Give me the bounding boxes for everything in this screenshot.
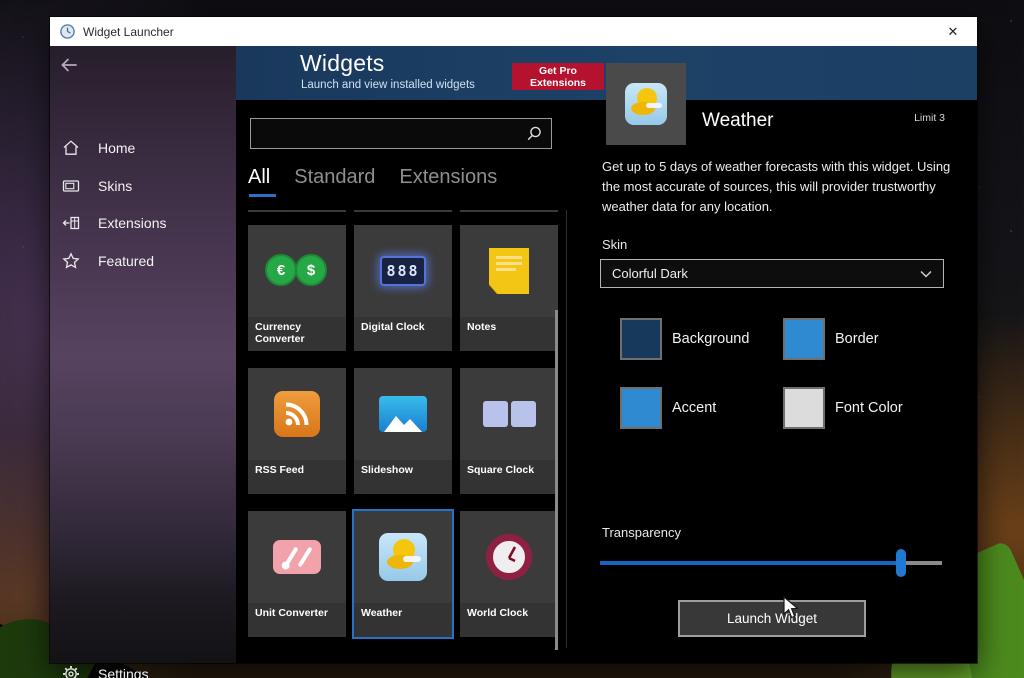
digital-clock-icon: 888	[380, 256, 426, 286]
widget-card-label: Unit Converter	[248, 603, 346, 637]
transparency-slider-fill	[600, 561, 901, 565]
detail-title: Weather	[702, 110, 773, 132]
gear-icon	[62, 665, 80, 678]
font-color-swatch[interactable]	[783, 387, 825, 429]
grid-scrollbar[interactable]	[555, 310, 558, 650]
search-input[interactable]	[251, 119, 525, 148]
sidebar-item-extensions[interactable]: Extensions	[50, 206, 236, 240]
title-bar[interactable]: Widget Launcher ✕	[50, 17, 977, 46]
widget-card-notes[interactable]: Notes	[460, 225, 558, 351]
back-button[interactable]	[58, 54, 80, 76]
limit-badge: Limit 3	[840, 112, 945, 124]
sidebar-item-skins[interactable]: Skins	[50, 169, 236, 203]
panel-divider	[566, 210, 567, 648]
sidebar-item-settings[interactable]: Settings	[50, 657, 236, 678]
window-title: Widget Launcher	[83, 25, 174, 39]
scrolled-card-edge	[354, 210, 452, 212]
square-clock-icon	[483, 401, 536, 427]
weather-icon	[625, 83, 667, 125]
sidebar-item-label: Skins	[98, 178, 132, 194]
widget-card-label: Notes	[460, 317, 558, 351]
transparency-label: Transparency	[602, 525, 681, 540]
border-color-swatch[interactable]	[783, 318, 825, 360]
widget-card-label: Currency Converter	[248, 317, 346, 351]
mouse-cursor	[783, 596, 800, 620]
tab-bar: All Standard Extensions	[248, 166, 497, 197]
widget-card-label: RSS Feed	[248, 460, 346, 494]
skin-dropdown-value: Colorful Dark	[601, 266, 918, 281]
extensions-icon	[62, 214, 80, 232]
selected-widget-tile	[606, 63, 686, 145]
launch-widget-button[interactable]: Launch Widget	[678, 600, 866, 637]
widget-description: Get up to 5 days of weather forecasts wi…	[602, 157, 958, 217]
page-subtitle: Launch and view installed widgets	[301, 79, 475, 91]
sidebar-item-label: Featured	[98, 253, 154, 269]
weather-icon	[379, 533, 427, 581]
widget-card-label: Digital Clock	[354, 317, 452, 351]
widget-card-weather[interactable]: Weather	[354, 511, 452, 637]
chevron-down-icon	[918, 266, 934, 282]
background-color-swatch[interactable]	[620, 318, 662, 360]
widget-card-label: World Clock	[460, 603, 558, 637]
swatch-label: Font Color	[835, 400, 903, 416]
swatch-label: Border	[835, 331, 879, 347]
color-option-border[interactable]: Border	[783, 318, 879, 360]
tab-standard[interactable]: Standard	[294, 166, 375, 197]
notes-icon	[489, 248, 529, 294]
swatch-label: Accent	[672, 400, 716, 416]
app-icon	[60, 24, 75, 39]
skin-dropdown[interactable]: Colorful Dark	[600, 259, 944, 288]
sidebar-item-home[interactable]: Home	[50, 131, 236, 165]
widget-card-label: Slideshow	[354, 460, 452, 494]
widget-card-label: Square Clock	[460, 460, 558, 494]
scrolled-card-edge	[248, 210, 346, 212]
search-box	[250, 118, 552, 149]
search-icon[interactable]	[525, 125, 543, 143]
sidebar-item-featured[interactable]: Featured	[50, 244, 236, 278]
widget-card-digital-clock[interactable]: 888 Digital Clock	[354, 225, 452, 351]
skin-label: Skin	[602, 237, 627, 252]
sidebar: Home Skins Extensions Featured Settings	[50, 46, 236, 663]
transparency-slider[interactable]	[600, 561, 942, 565]
widget-card-slideshow[interactable]: Slideshow	[354, 368, 452, 494]
color-option-font-color[interactable]: Font Color	[783, 387, 903, 429]
rss-feed-icon	[274, 391, 320, 437]
get-pro-extensions-button[interactable]: Get Pro Extensions	[512, 63, 604, 90]
unit-converter-icon	[273, 540, 321, 574]
tab-all[interactable]: All	[248, 166, 270, 197]
sidebar-item-label: Extensions	[98, 215, 166, 231]
sidebar-item-label: Home	[98, 140, 135, 156]
widget-card-rss-feed[interactable]: RSS Feed	[248, 368, 346, 494]
skins-icon	[62, 177, 80, 195]
world-clock-icon	[486, 534, 532, 580]
home-icon	[62, 139, 80, 157]
widget-card-unit-converter[interactable]: Unit Converter	[248, 511, 346, 637]
currency-converter-icon: € $	[265, 254, 329, 288]
sidebar-item-label: Settings	[98, 666, 149, 678]
color-option-accent[interactable]: Accent	[620, 387, 716, 429]
star-icon	[62, 252, 80, 270]
page-title: Widgets	[300, 50, 384, 77]
widget-card-currency-converter[interactable]: € $ Currency Converter	[248, 225, 346, 351]
widget-card-world-clock[interactable]: World Clock	[460, 511, 558, 637]
widget-launcher-window: Widget Launcher ✕ Home Skins Extensions	[50, 17, 977, 663]
color-option-background[interactable]: Background	[620, 318, 749, 360]
slideshow-icon	[379, 396, 427, 432]
tab-extensions[interactable]: Extensions	[399, 166, 497, 197]
widget-card-label: Weather	[354, 603, 452, 637]
transparency-slider-thumb[interactable]	[896, 549, 906, 577]
close-button[interactable]: ✕	[939, 24, 967, 40]
accent-color-swatch[interactable]	[620, 387, 662, 429]
widget-card-square-clock[interactable]: Square Clock	[460, 368, 558, 494]
swatch-label: Background	[672, 331, 749, 347]
scrolled-card-edge	[460, 210, 558, 212]
